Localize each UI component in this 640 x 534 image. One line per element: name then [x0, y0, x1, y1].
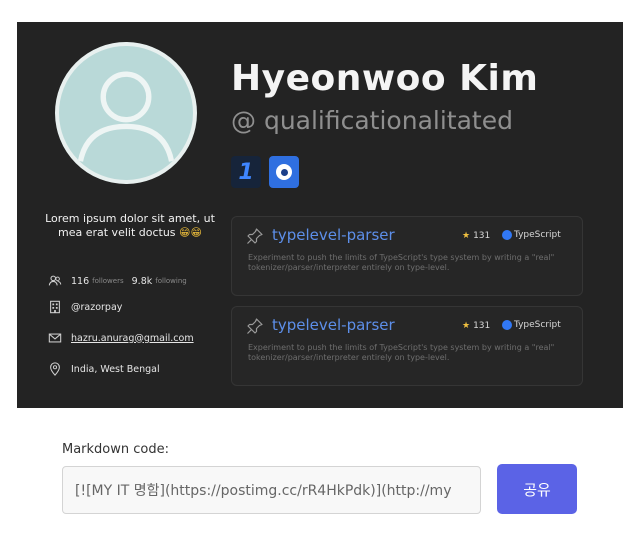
repo-language: TypeScript — [502, 320, 561, 330]
email-link[interactable]: hazru.anurag@gmail.com — [71, 333, 194, 344]
pin-icon — [246, 227, 264, 245]
followers-label: followers — [92, 277, 124, 285]
user-silhouette-icon — [77, 71, 175, 162]
circle-badge-icon — [276, 164, 292, 180]
star-icon: ★ — [462, 231, 471, 241]
repo-title[interactable]: typelevel-parser — [272, 316, 395, 334]
email-row[interactable]: hazru.anurag@gmail.com — [47, 329, 194, 347]
building-icon — [47, 299, 63, 315]
repo-stars: ★ 131 — [462, 231, 490, 241]
share-button[interactable]: 공유 — [497, 464, 577, 514]
repo-description: Experiment to push the limits of TypeScr… — [248, 253, 555, 272]
company-row: @razorpay — [47, 298, 122, 316]
people-icon — [47, 273, 63, 289]
company-text: @razorpay — [71, 301, 123, 313]
star-icon: ★ — [462, 321, 471, 331]
avatar — [55, 42, 197, 184]
repo-language-label: TypeScript — [514, 230, 561, 240]
markdown-code-field[interactable] — [62, 466, 481, 514]
typescript-dot-icon — [502, 230, 512, 240]
repo-stars: ★ 131 — [462, 321, 490, 331]
pinned-repo-card[interactable]: typelevel-parser ★ 131 TypeScript Experim… — [231, 216, 583, 296]
location-text: India, West Bengal — [71, 363, 160, 375]
repo-description: Experiment to push the limits of TypeScr… — [248, 343, 555, 362]
typescript-dot-icon — [502, 320, 512, 330]
followers-count: 116 — [71, 275, 90, 287]
profile-bio: Lorem ipsum dolor sit amet, ut mea erat … — [45, 212, 215, 240]
mail-icon — [47, 330, 63, 346]
repo-stars-count: 131 — [473, 231, 491, 241]
repo-title[interactable]: typelevel-parser — [272, 226, 395, 244]
profile-handle: @ qualificationalitated — [231, 106, 513, 135]
profile-card-image: Lorem ipsum dolor sit amet, ut mea erat … — [17, 22, 623, 408]
achievement-badge-two — [269, 156, 299, 188]
following-label: following — [155, 277, 187, 285]
one-badge-icon: 1 — [238, 159, 254, 185]
location-row: India, West Bengal — [47, 360, 160, 378]
achievement-badge-one: 1 — [231, 156, 261, 188]
bio-emoji: 😁😁 — [179, 226, 202, 239]
followers-row: 116 followers 9.8k following — [47, 272, 195, 290]
pinned-repo-card[interactable]: typelevel-parser ★ 131 TypeScript Experim… — [231, 306, 583, 386]
repo-stars-count: 131 — [473, 321, 491, 331]
following-count: 9.8k — [131, 275, 153, 287]
location-pin-icon — [47, 361, 63, 377]
repo-language: TypeScript — [502, 230, 561, 240]
repo-language-label: TypeScript — [514, 320, 561, 330]
profile-name: Hyeonwoo Kim — [231, 58, 539, 99]
markdown-code-label: Markdown code: — [62, 442, 169, 457]
pin-icon — [246, 317, 264, 335]
